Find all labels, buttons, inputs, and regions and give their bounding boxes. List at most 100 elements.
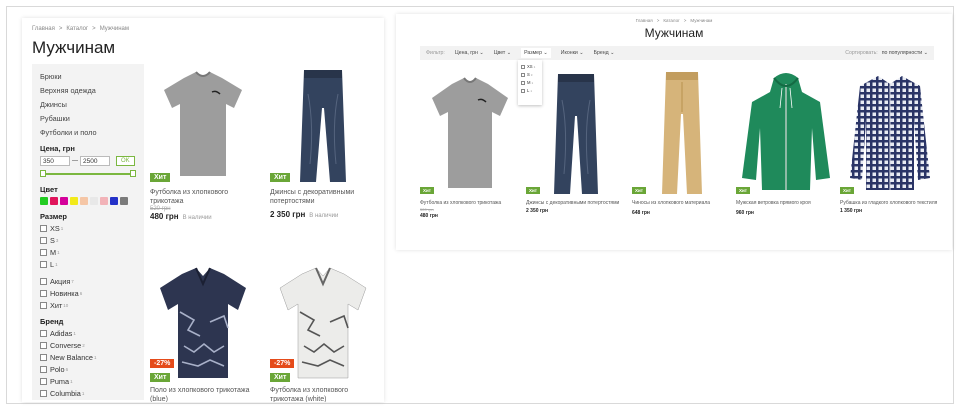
category-link-outerwear[interactable]: Верхняя одежда	[40, 86, 136, 95]
product-card[interactable]: Хит Джинсы с декоративными потертостями …	[526, 68, 626, 214]
product-card[interactable]: -27% Хит Футболка из хлопкового трикотаж…	[270, 262, 382, 402]
filter-icons[interactable]: Иконки ⌄	[561, 50, 584, 56]
filter-color[interactable]: Цвет ⌄	[494, 50, 511, 56]
product-name[interactable]: Джинсы с декоративными потертостями	[526, 200, 626, 207]
breadcrumb-separator: >	[58, 26, 63, 32]
size-filter-title: Размер	[40, 212, 68, 221]
promo-label: Хит	[50, 301, 63, 310]
color-swatch[interactable]	[80, 197, 88, 205]
badge-discount: -27%	[270, 359, 295, 368]
polo-navy-icon[interactable]: -27% Хит	[150, 262, 256, 384]
product-card[interactable]: Хит Футболка из хлопкового трикотажа 520…	[150, 64, 262, 221]
product-name[interactable]: Джинсы с декоративными потертостями	[270, 188, 382, 206]
jeans-icon[interactable]: Хит	[526, 68, 626, 198]
price-slider[interactable]	[40, 170, 136, 178]
brand-filter-title: Бренд	[40, 317, 64, 326]
category-link-jeans[interactable]: Джинсы	[40, 100, 136, 109]
promo-checkbox-sale[interactable]: Акция 7	[40, 277, 136, 286]
breadcrumb-catalog[interactable]: Каталог	[66, 26, 88, 32]
price-ok-button[interactable]: OK	[116, 156, 135, 166]
color-swatch[interactable]	[70, 197, 78, 205]
color-swatch[interactable]	[40, 197, 48, 205]
brand-checkbox-polo[interactable]: Polo 6	[40, 365, 136, 374]
color-swatch[interactable]	[90, 197, 98, 205]
product-price: 960 грн	[736, 209, 754, 216]
chevron-down-icon: ⌄	[923, 50, 928, 56]
product-card[interactable]: Хит Джинсы с декоративными потертостями …	[270, 64, 382, 219]
product-price: 2 350 грн	[526, 207, 549, 214]
price-min-input[interactable]: 350	[40, 156, 70, 166]
tshirt-gray-icon[interactable]: Хит	[420, 68, 520, 198]
brand-label: Polo	[50, 365, 65, 374]
brand-checkbox-converse[interactable]: Converse 2	[40, 341, 136, 350]
checkbox-icon	[521, 64, 525, 69]
color-swatch[interactable]	[50, 197, 58, 205]
checkbox-icon	[40, 225, 47, 232]
promo-checkbox-new[interactable]: Новинка 6	[40, 289, 136, 298]
product-card[interactable]: Хит Рубашка из гладкого хлопкового текст…	[840, 68, 940, 214]
brand-checkbox-columbia[interactable]: Columbia 1	[40, 389, 136, 398]
product-card[interactable]: -27% Хит Поло из хлопкового трикотажа (b…	[150, 262, 262, 402]
product-name[interactable]: Рубашка из гладкого хлопкового текстиля	[840, 200, 940, 207]
filter-size[interactable]: Размер ⌄	[521, 48, 551, 58]
size-checkbox-m[interactable]: M1	[40, 248, 136, 257]
price-slider-max-handle[interactable]	[130, 170, 136, 177]
product-name[interactable]: Футболка из хлопкового трикотажа (white)	[270, 386, 382, 402]
badge-hit: Хит	[150, 173, 171, 182]
color-filter-title: Цвет	[40, 185, 58, 194]
badge-hit: Хит	[420, 187, 434, 194]
badge-hit: Хит	[632, 187, 646, 194]
breadcrumb: Главная > Каталог > Мужчинам	[32, 26, 133, 32]
chevron-down-icon: ⌄	[543, 50, 548, 56]
brand-label: Converse	[50, 341, 82, 350]
color-swatch[interactable]	[60, 197, 68, 205]
checkbox-icon	[521, 72, 525, 77]
brand-count: 1	[81, 391, 85, 396]
breadcrumb-home[interactable]: Главная	[32, 26, 55, 32]
product-name[interactable]: Мужская ветровка прямого кроя	[736, 200, 836, 207]
chinos-icon[interactable]: Хит	[632, 68, 732, 198]
product-card[interactable]: Хит Мужская ветровка прямого кроя 960 гр…	[736, 68, 836, 216]
size-checkbox-s[interactable]: S3	[40, 236, 136, 245]
filter-brand[interactable]: Бренд ⌄	[594, 50, 615, 56]
filter-color-label: Цвет	[493, 50, 506, 56]
size-count: 1	[60, 226, 64, 231]
size-count: 3	[55, 238, 59, 243]
page-title: Мужчинам	[32, 38, 116, 57]
color-swatch[interactable]	[100, 197, 108, 205]
color-swatch[interactable]	[110, 197, 118, 205]
product-name[interactable]: Поло из хлопкового трикотажа (blue)	[150, 386, 262, 402]
size-checkbox-l[interactable]: L1	[40, 260, 136, 269]
color-swatch[interactable]	[120, 197, 128, 205]
product-card[interactable]: Хит Чиносы из хлопкового материала 648 г…	[632, 68, 732, 216]
plaid-shirt-icon[interactable]: Хит	[840, 68, 940, 198]
category-link-pants[interactable]: Брюки	[40, 72, 136, 81]
jeans-icon[interactable]: Хит	[270, 64, 376, 186]
green-jacket-icon[interactable]: Хит	[736, 68, 836, 198]
breadcrumb-home[interactable]: Главная	[636, 18, 653, 23]
product-price: 480 грн В наличии	[150, 212, 262, 221]
size-checkbox-xs[interactable]: XS 1	[40, 224, 136, 233]
category-link-shirts[interactable]: Рубашки	[40, 114, 136, 123]
breadcrumb-catalog[interactable]: Каталог	[663, 18, 679, 23]
sort-select[interactable]: по популярности ⌄	[882, 50, 928, 56]
size-label: S	[50, 236, 55, 245]
category-link-tshirts[interactable]: Футболки и поло	[40, 128, 136, 137]
price-filter: 350 — 2500 OK	[40, 156, 136, 166]
size-count: 1	[57, 250, 60, 255]
product-name[interactable]: Чиносы из хлопкового материала	[632, 200, 732, 207]
brand-checkbox-new-balance[interactable]: New Balance 1	[40, 353, 136, 362]
product-name[interactable]: Футболка из хлопкового трикотажа	[150, 188, 262, 206]
product-card[interactable]: Хит Футболка из хлопкового трикотажа 520…	[420, 68, 520, 219]
price-max-input[interactable]: 2500	[80, 156, 110, 166]
availability-status: В наличии	[182, 215, 212, 221]
promo-checkbox-hit[interactable]: Хит 10	[40, 301, 136, 310]
brand-checkbox-adidas[interactable]: Adidas 1	[40, 329, 136, 338]
badge-hit: Хит	[736, 187, 750, 194]
filter-price[interactable]: Цена, грн ⌄	[455, 50, 484, 56]
filter-price-label: Цена, грн	[454, 50, 478, 56]
polo-white-icon[interactable]: -27% Хит	[270, 262, 376, 384]
tshirt-gray-icon[interactable]: Хит	[150, 64, 256, 186]
brand-checkbox-puma[interactable]: Puma 1	[40, 377, 136, 386]
price-slider-min-handle[interactable]	[40, 170, 46, 177]
